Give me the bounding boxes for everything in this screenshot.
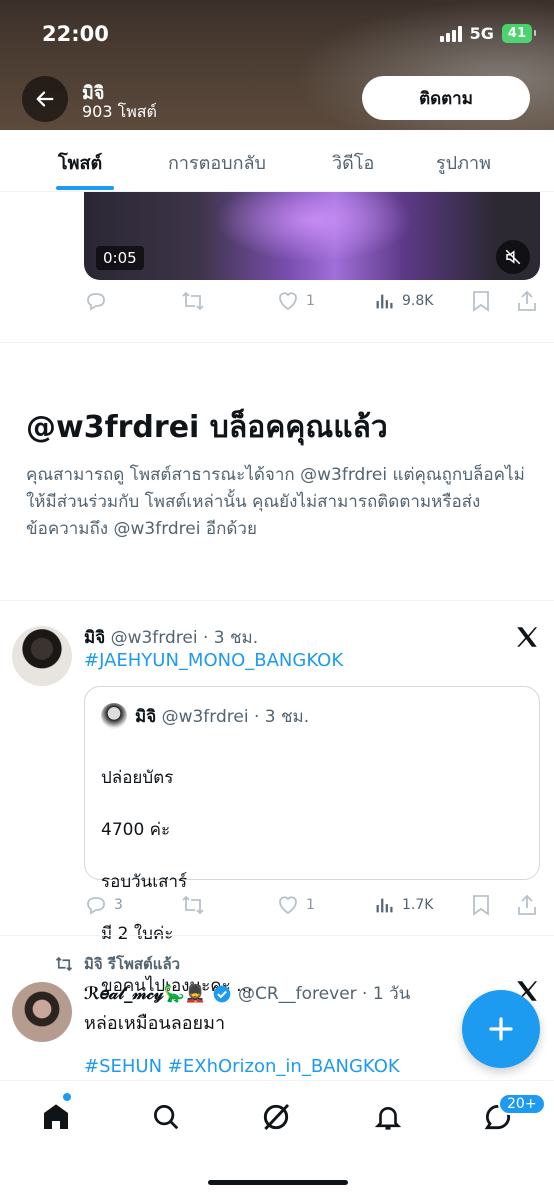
- nav-notifications[interactable]: [368, 1097, 408, 1137]
- share-button[interactable]: [516, 289, 538, 313]
- grok-icon: [263, 1103, 290, 1131]
- views-button[interactable]: 1.7K: [374, 894, 433, 916]
- back-button[interactable]: [22, 76, 68, 122]
- quote-author-name: มิจิ: [135, 707, 157, 727]
- compose-button[interactable]: [462, 990, 540, 1068]
- post-count: 903 โพสต์: [82, 102, 157, 121]
- repost-indicator: มิจิ รีโพสต์แล้ว: [54, 952, 180, 976]
- profile-header: 22:00 5G 41 มิจิ 903 โพสต์ ติดตาม: [0, 0, 554, 130]
- like-button[interactable]: 1: [276, 289, 315, 313]
- avatar[interactable]: [12, 982, 72, 1042]
- divider: [0, 600, 554, 601]
- repost-button[interactable]: [180, 289, 206, 313]
- analytics-icon: [376, 294, 393, 309]
- signal-icon: [439, 25, 462, 42]
- quoted-tweet[interactable]: มิจิ @w3frdrei · 3 ชม. ปล่อยบัตร 4700 ค่…: [84, 686, 540, 996]
- battery-icon: 41: [501, 24, 537, 43]
- nav-search[interactable]: [146, 1097, 186, 1137]
- x-logo-icon: [514, 624, 540, 654]
- tweet-header: ℛ𝑒𝒶𝓁_𝓂𝒸𝓎🦕💂 @CR__forever · 1 วัน: [84, 980, 410, 1007]
- tweet-hashtag[interactable]: #JAEHYUN_MONO_BANGKOK: [84, 650, 343, 671]
- blocked-title: @w3frdrei บล็อคคุณแล้ว: [26, 410, 388, 445]
- blocked-description: คุณสามารถดู โพสต์สาธารณะได้จาก @w3frdrei…: [26, 465, 525, 539]
- search-icon: [154, 1105, 179, 1130]
- status-indicators: 5G 41: [439, 24, 537, 43]
- arrow-left-icon: [36, 91, 54, 107]
- bookmark-icon: [473, 291, 489, 312]
- divider: [0, 342, 554, 343]
- nav-home[interactable]: [36, 1097, 76, 1137]
- divider: [0, 935, 554, 936]
- quote-line: 4700 ค่ะ: [101, 820, 171, 840]
- reply-button[interactable]: [84, 289, 108, 313]
- tab-replies[interactable]: การตอบกลับ: [168, 148, 266, 177]
- mute-button[interactable]: [496, 240, 530, 274]
- bell-icon: [374, 1107, 402, 1130]
- plus-icon: [489, 1017, 513, 1041]
- quote-line: มี 2 ใบค่ะ: [101, 924, 174, 944]
- tweet-author-name[interactable]: ℛ𝑒𝒶𝓁_𝓂𝒸𝓎🦕💂: [84, 984, 206, 1004]
- notification-badge: 20+: [498, 1093, 546, 1115]
- tweet-handle-time: @w3frdrei · 3 ชม.: [110, 628, 259, 648]
- tweet-actions: 3 1 1.7K: [84, 890, 544, 920]
- tweet-handle-time: @CR__forever · 1 วัน: [237, 984, 411, 1004]
- repost-icon: [182, 895, 204, 915]
- bookmark-button[interactable]: [470, 289, 492, 313]
- repost-label[interactable]: มิจิ รีโพสต์แล้ว: [84, 952, 180, 976]
- repost-button[interactable]: [180, 893, 206, 917]
- profile-tabs: โพสต์ การตอบกลับ วิดีโอ รูปภาพ: [0, 130, 554, 192]
- video-post-actions: 1 9.8K: [84, 286, 544, 316]
- bookmark-icon: [473, 895, 489, 916]
- home-icon: [44, 1104, 68, 1129]
- quote-handle-time: @w3frdrei · 3 ชม.: [161, 707, 310, 727]
- home-indicator: [208, 1180, 348, 1185]
- view-count: 1.7K: [402, 897, 434, 913]
- verified-badge-icon: [213, 985, 231, 1002]
- new-content-dot: [63, 1093, 71, 1101]
- network-label: 5G: [469, 24, 494, 43]
- nav-grok[interactable]: [256, 1097, 296, 1137]
- reply-count: 3: [114, 897, 123, 913]
- share-icon: [518, 290, 536, 311]
- repost-icon: [182, 291, 204, 311]
- tab-videos[interactable]: วิดีโอ: [332, 148, 374, 177]
- views-button[interactable]: 9.8K: [374, 290, 433, 312]
- like-button[interactable]: 1: [276, 893, 315, 917]
- avatar: [101, 703, 127, 729]
- heart-icon: [279, 292, 297, 311]
- bookmark-button[interactable]: [470, 893, 492, 917]
- status-time: 22:00: [42, 22, 109, 46]
- active-tab-indicator: [56, 186, 114, 190]
- quote-line: ปล่อยบัตร: [101, 768, 174, 788]
- share-icon: [518, 894, 536, 915]
- tab-posts[interactable]: โพสต์: [58, 148, 102, 177]
- share-button[interactable]: [516, 893, 538, 917]
- reply-icon: [87, 897, 105, 915]
- like-count: 1: [306, 293, 315, 309]
- tweet-header: มิจิ @w3frdrei · 3 ชม.: [84, 624, 258, 651]
- reply-icon: [87, 293, 105, 311]
- avatar[interactable]: [12, 626, 72, 686]
- tweet-text: หล่อเหมือนลอยมา: [84, 1013, 226, 1034]
- video-player[interactable]: 0:05: [84, 192, 540, 280]
- reply-button[interactable]: 3: [84, 893, 123, 917]
- speaker-muted-icon: [505, 249, 521, 265]
- like-count: 1: [306, 897, 315, 913]
- tweet-hashtags[interactable]: #SEHUN #EXhOrizon_in_BANGKOK: [84, 1056, 400, 1077]
- video-duration: 0:05: [96, 246, 144, 270]
- quote-header: มิจิ @w3frdrei · 3 ชม.: [135, 703, 309, 730]
- repost-icon: [55, 956, 73, 972]
- tweet-author-name[interactable]: มิจิ: [84, 628, 105, 648]
- analytics-icon: [376, 898, 393, 913]
- tab-photos[interactable]: รูปภาพ: [436, 148, 491, 177]
- heart-icon: [279, 896, 297, 915]
- follow-button[interactable]: ติดตาม: [362, 76, 530, 120]
- view-count: 9.8K: [402, 293, 434, 309]
